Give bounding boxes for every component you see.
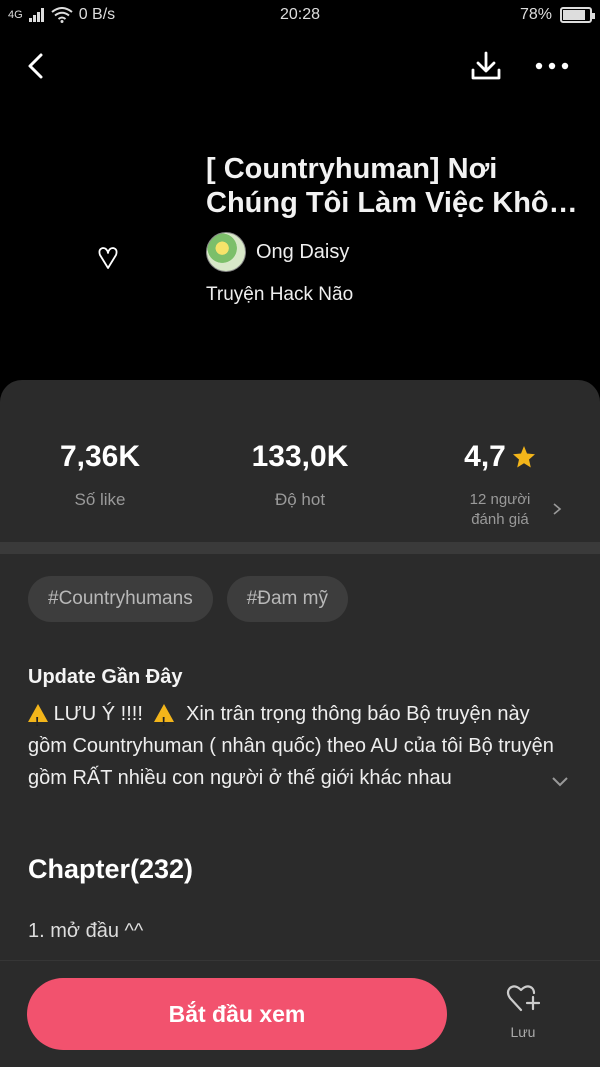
update-warning: LƯU Ý !!!! [53, 703, 143, 725]
download-icon [471, 51, 501, 80]
chevron-left-icon [28, 53, 43, 79]
story-title: [ Countryhuman] Nơi Chúng Tôi Làm Việc K… [206, 153, 585, 219]
hot-value: 133,0K [251, 440, 349, 473]
rating-stat[interactable]: 4,7 12 người đánh giá [400, 440, 600, 530]
start-reading-button[interactable]: Bắt đầu xem [27, 978, 447, 1050]
save-label: Lưu [510, 1024, 536, 1040]
chapter-count-title: Chapter(232) [28, 854, 194, 884]
author-avatar [206, 232, 246, 272]
chevron-down-icon[interactable] [550, 776, 570, 788]
more-icon [535, 62, 569, 70]
likes-label: Số like [74, 490, 126, 509]
update-title: Update Gần Đây [28, 666, 183, 688]
story-header: [ Countryhuman] Nơi Chúng Tôi Làm Việc K… [0, 96, 600, 386]
tag-dam-my[interactable]: #Đam mỹ [226, 576, 348, 622]
stats-row: 7,36K Số like 133,0K Độ hot 4,7 12 người… [0, 380, 600, 542]
update-body[interactable]: LƯU Ý !!!! Xin trân trọng thông báo Bộ t… [28, 698, 556, 794]
tag-countryhumans[interactable]: #Countryhumans [28, 576, 213, 622]
heart-outline-icon [98, 247, 118, 269]
chevron-right-icon [553, 503, 562, 515]
chapter-item[interactable]: 1. mở đầu ^^ [28, 920, 143, 943]
warning-icon [154, 704, 175, 738]
author-row[interactable]: Ong Daisy [206, 232, 349, 272]
status-bar: 4G 0 B/s 20:28 78% [0, 0, 600, 32]
likes-stat: 7,36K Số like [0, 440, 200, 510]
story-genre[interactable]: Truyện Hack Não [206, 284, 353, 306]
more-button[interactable] [528, 42, 576, 90]
warning-icon [28, 704, 48, 738]
bottom-action-bar: Bắt đầu xem Lưu [0, 960, 600, 1067]
section-divider [0, 542, 600, 554]
star-icon [512, 446, 535, 468]
hot-label: Độ hot [274, 490, 326, 509]
save-button[interactable]: Lưu [488, 983, 558, 1040]
hot-stat: 133,0K Độ hot [200, 440, 400, 510]
back-button[interactable] [12, 42, 60, 90]
download-button[interactable] [462, 42, 510, 90]
clock: 20:28 [279, 6, 321, 23]
rating-count: 12 người [469, 491, 531, 508]
battery-percent: 78% [519, 6, 552, 23]
battery-icon [560, 7, 595, 23]
rating-count-suffix: đánh giá [471, 511, 529, 528]
rating-value: 4,7 [464, 440, 506, 473]
tag-list: #Countryhumans #Đam mỹ [28, 576, 348, 622]
story-cover[interactable] [28, 146, 188, 370]
heart-plus-icon [506, 985, 541, 1012]
author-name: Ong Daisy [256, 240, 350, 263]
top-bar [0, 40, 600, 96]
likes-value: 7,36K [59, 440, 141, 473]
